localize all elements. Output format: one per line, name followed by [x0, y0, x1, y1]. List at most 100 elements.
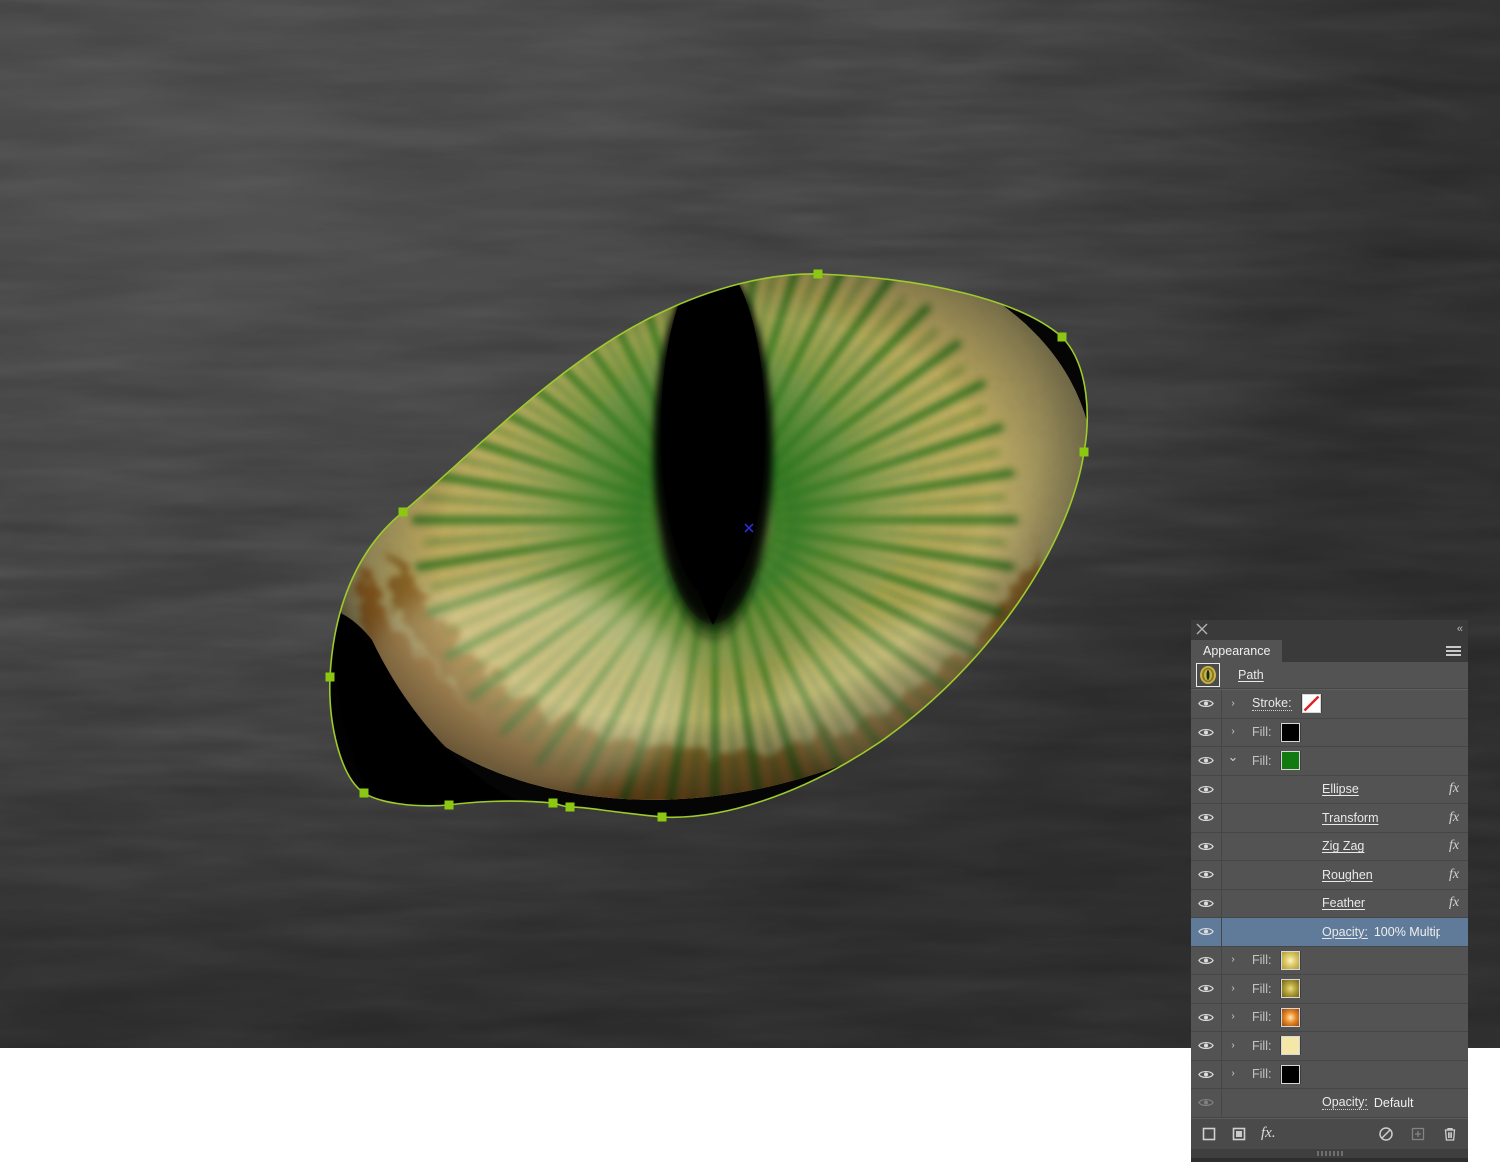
effect-options-fx-icon[interactable]: fx: [1440, 895, 1468, 911]
appearance-row-effect-zigzag[interactable]: Zig Zag fx: [1191, 833, 1468, 862]
appearance-row-opacity-multiply[interactable]: Opacity: 100% Multiply: [1191, 918, 1468, 947]
visibility-eye-icon[interactable]: [1198, 869, 1214, 880]
appearance-row-label[interactable]: Opacity:: [1322, 1095, 1368, 1110]
disclosure-triangle[interactable]: ›: [1222, 975, 1244, 1003]
delete-item-icon[interactable]: [1442, 1126, 1458, 1142]
color-swatch-gradient-gold-olive[interactable]: [1281, 979, 1300, 998]
appearance-row-label[interactable]: Stroke:: [1252, 696, 1292, 711]
panel-resize-grip[interactable]: [1191, 1149, 1468, 1158]
color-swatch-gradient-orange[interactable]: [1281, 1008, 1300, 1027]
visibility-toggle[interactable]: [1191, 975, 1222, 1003]
visibility-toggle[interactable]: [1191, 1089, 1222, 1117]
appearance-row-label[interactable]: Ellipse: [1322, 782, 1359, 796]
appearance-row-label[interactable]: Zig Zag: [1322, 839, 1364, 853]
appearance-row-fill-cream[interactable]: › Fill:: [1191, 1032, 1468, 1061]
color-swatch-none[interactable]: [1302, 694, 1321, 713]
effect-options-fx-icon[interactable]: fx: [1440, 867, 1468, 883]
appearance-row-fill-orange[interactable]: › Fill:: [1191, 1004, 1468, 1033]
appearance-row-fill-black-top[interactable]: ›Fill:: [1191, 719, 1468, 748]
anchor-point[interactable]: [399, 508, 408, 517]
visibility-eye-icon[interactable]: [1198, 955, 1214, 966]
visibility-toggle[interactable]: [1191, 890, 1222, 918]
collapse-panel-icon[interactable]: «: [1457, 623, 1462, 635]
visibility-eye-icon[interactable]: [1198, 755, 1214, 766]
add-new-fill-icon[interactable]: [1231, 1126, 1247, 1142]
close-icon[interactable]: [1195, 622, 1209, 636]
visibility-eye-icon[interactable]: [1198, 784, 1214, 795]
add-new-stroke-icon[interactable]: [1201, 1126, 1217, 1142]
appearance-row-value[interactable]: 100% Multiply: [1374, 925, 1440, 939]
effect-options-fx-icon[interactable]: fx: [1440, 781, 1468, 797]
chevron-right-icon[interactable]: ›: [1231, 955, 1234, 965]
appearance-row-fill-green[interactable]: ⌄ Fill:: [1191, 747, 1468, 776]
visibility-eye-icon[interactable]: [1198, 1012, 1214, 1023]
color-swatch-black[interactable]: [1281, 1065, 1300, 1084]
visibility-toggle[interactable]: [1191, 833, 1222, 861]
visibility-toggle[interactable]: [1191, 947, 1222, 975]
chevron-right-icon[interactable]: ›: [1231, 1041, 1234, 1051]
appearance-target-row[interactable]: Path: [1191, 662, 1468, 689]
appearance-row-label[interactable]: Fill:: [1252, 982, 1271, 996]
visibility-eye-icon[interactable]: [1198, 898, 1214, 909]
anchor-point[interactable]: [326, 673, 335, 682]
appearance-row-label[interactable]: Fill:: [1252, 1039, 1271, 1053]
panel-menu-icon[interactable]: [1446, 646, 1461, 657]
visibility-toggle[interactable]: [1191, 719, 1222, 747]
visibility-eye-icon[interactable]: [1198, 727, 1214, 738]
visibility-toggle[interactable]: [1191, 1004, 1222, 1032]
color-swatch-cream[interactable]: [1281, 1036, 1300, 1055]
disclosure-triangle[interactable]: ›: [1222, 690, 1244, 718]
chevron-right-icon[interactable]: ›: [1231, 984, 1234, 994]
appearance-row-effect-roughen[interactable]: Roughen fx: [1191, 861, 1468, 890]
disclosure-triangle[interactable]: ›: [1222, 719, 1244, 747]
color-swatch-gradient-gold-pale[interactable]: [1281, 951, 1300, 970]
appearance-row-value[interactable]: Default: [1374, 1096, 1414, 1110]
disclosure-triangle[interactable]: ›: [1222, 1032, 1244, 1060]
appearance-row-label[interactable]: Fill:: [1252, 953, 1271, 967]
visibility-eye-icon[interactable]: [1198, 983, 1214, 994]
appearance-row-label[interactable]: Transform: [1322, 811, 1379, 825]
anchor-point[interactable]: [549, 799, 558, 808]
appearance-row-opacity-default[interactable]: Opacity: Default: [1191, 1089, 1468, 1118]
duplicate-item-icon[interactable]: [1410, 1126, 1426, 1142]
visibility-toggle[interactable]: [1191, 747, 1222, 775]
appearance-panel[interactable]: « Appearance Path ›Stroke:›Fill:⌄Fill:El…: [1191, 620, 1468, 1148]
anchor-point[interactable]: [566, 803, 575, 812]
target-label[interactable]: Path: [1220, 668, 1264, 682]
visibility-eye-icon[interactable]: [1198, 812, 1214, 823]
appearance-row-stroke[interactable]: › Stroke:: [1191, 690, 1468, 719]
visibility-toggle[interactable]: [1191, 776, 1222, 804]
anchor-point[interactable]: [814, 270, 823, 279]
chevron-right-icon[interactable]: ›: [1231, 727, 1234, 737]
appearance-row-fill-gold-2[interactable]: › Fill:: [1191, 975, 1468, 1004]
effect-options-fx-icon[interactable]: fx: [1440, 810, 1468, 826]
disclosure-triangle[interactable]: ›: [1222, 1061, 1244, 1089]
visibility-toggle[interactable]: [1191, 918, 1222, 946]
visibility-eye-icon[interactable]: [1198, 1069, 1214, 1080]
chevron-right-icon[interactable]: ›: [1231, 1012, 1234, 1022]
appearance-row-effect-ellipse[interactable]: Ellipse fx: [1191, 776, 1468, 805]
visibility-eye-icon[interactable]: [1198, 926, 1214, 937]
disclosure-triangle[interactable]: ›: [1222, 1004, 1244, 1032]
appearance-row-fill-gold-1[interactable]: › Fill:: [1191, 947, 1468, 976]
visibility-toggle[interactable]: [1191, 1032, 1222, 1060]
appearance-row-effect-feather[interactable]: Featherfx: [1191, 890, 1468, 919]
color-swatch-black[interactable]: [1281, 723, 1300, 742]
visibility-toggle[interactable]: [1191, 1061, 1222, 1089]
anchor-point[interactable]: [1058, 333, 1067, 342]
clear-appearance-icon[interactable]: [1378, 1126, 1394, 1142]
appearance-row-label[interactable]: Roughen: [1322, 868, 1373, 882]
visibility-eye-icon[interactable]: [1198, 841, 1214, 852]
chevron-right-icon[interactable]: ›: [1231, 1069, 1234, 1079]
anchor-point[interactable]: [1080, 448, 1089, 457]
anchor-point[interactable]: [360, 789, 369, 798]
appearance-row-label[interactable]: Fill:: [1252, 1010, 1271, 1024]
appearance-row-label[interactable]: Fill:: [1252, 1067, 1271, 1081]
anchor-point[interactable]: [445, 801, 454, 810]
chevron-right-icon[interactable]: ›: [1231, 699, 1234, 709]
visibility-eye-icon-off[interactable]: [1198, 1097, 1214, 1108]
disclosure-triangle[interactable]: ⌄: [1222, 747, 1244, 775]
appearance-row-label[interactable]: Fill:: [1252, 754, 1271, 768]
effect-options-fx-icon[interactable]: fx: [1440, 838, 1468, 854]
appearance-row-label[interactable]: Opacity:: [1322, 925, 1368, 939]
